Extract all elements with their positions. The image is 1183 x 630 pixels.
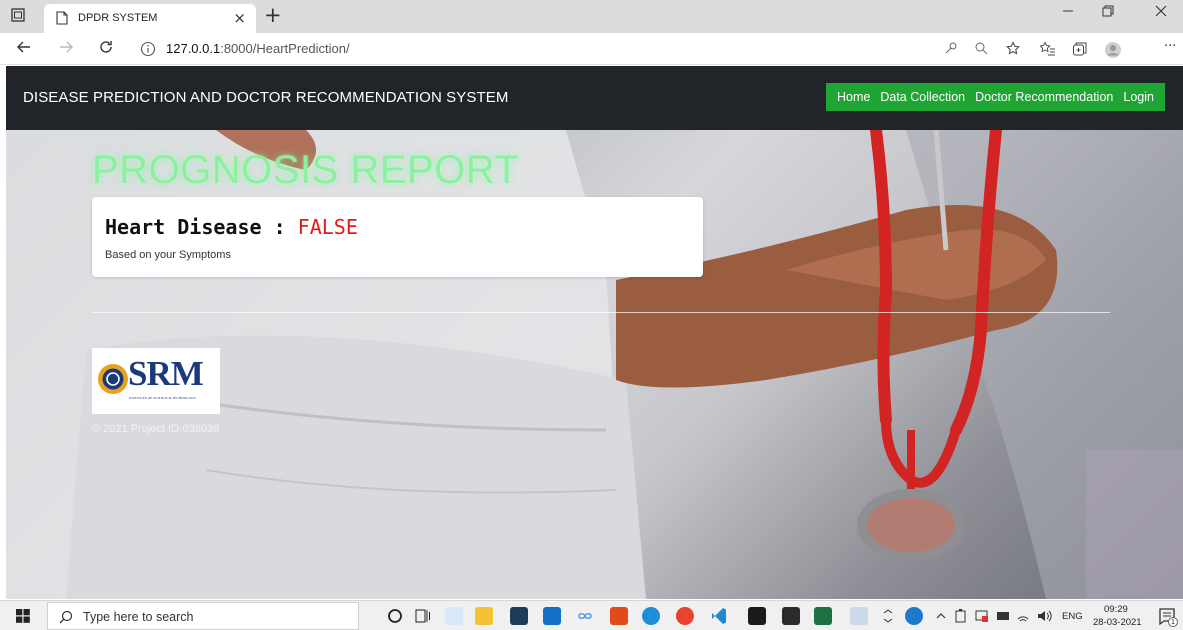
site-brand[interactable]: DISEASE PREDICTION AND DOCTOR RECOMMENDA…: [23, 89, 508, 106]
new-tab-button[interactable]: +: [264, 3, 282, 27]
nav-home-link[interactable]: Home: [837, 90, 870, 104]
logo-tagline: INSTITUTE OF SCIENCE & TECHNOLOGY: [129, 396, 197, 400]
infinity-app-icon[interactable]: [576, 607, 594, 625]
back-icon[interactable]: [16, 39, 32, 59]
url-host: 127.0.0.1: [166, 41, 221, 56]
nav-menu: Home Data Collection Doctor Recommendati…: [826, 83, 1165, 111]
prognosis-report-title: PROGNOSIS REPORT: [92, 148, 520, 192]
password-key-icon[interactable]: [944, 41, 960, 57]
browser-tab-strip: DPDR SYSTEM × +: [0, 0, 1183, 33]
store-icon[interactable]: [510, 607, 528, 625]
cortana-icon[interactable]: [386, 607, 404, 625]
collections-icon[interactable]: [1072, 41, 1088, 57]
result-subtitle: Based on your Symptoms: [105, 249, 231, 261]
prediction-result-card: Heart Disease : FALSE Based on your Symp…: [92, 197, 703, 277]
file-explorer-icon[interactable]: [475, 607, 493, 625]
mail-icon[interactable]: [543, 607, 561, 625]
site-info-icon[interactable]: [140, 41, 156, 60]
forward-icon[interactable]: [58, 39, 74, 59]
minimize-icon[interactable]: [1062, 5, 1074, 21]
volume-icon[interactable]: [1036, 607, 1052, 625]
zoom-icon[interactable]: [974, 41, 990, 57]
refresh-icon[interactable]: [98, 39, 114, 59]
page-favicon-icon: [56, 11, 68, 28]
vscode-icon[interactable]: [710, 607, 728, 625]
nav-login-link[interactable]: Login: [1123, 90, 1154, 104]
settings-more-icon[interactable]: ···: [1164, 39, 1180, 55]
clock-date[interactable]: 28-03-2021: [1093, 617, 1142, 628]
show-hidden-icons-icon[interactable]: [882, 607, 894, 625]
nav-data-collection-link[interactable]: Data Collection: [880, 90, 965, 104]
battery-icon[interactable]: [954, 607, 968, 625]
srm-emblem-icon: [98, 364, 128, 394]
snip-tool-icon[interactable]: [850, 607, 868, 625]
clock-time[interactable]: 09:29: [1104, 604, 1128, 615]
page-viewport: DISEASE PREDICTION AND DOCTOR RECOMMENDA…: [0, 66, 1183, 599]
prediction-verdict: FALSE: [297, 215, 358, 239]
wifi-icon[interactable]: [1016, 607, 1030, 625]
office-icon[interactable]: [610, 607, 628, 625]
logo-text: SRM: [128, 354, 204, 393]
restore-icon[interactable]: [1102, 5, 1114, 21]
nav-doctor-recommendation-link[interactable]: Doctor Recommendation: [975, 90, 1113, 104]
notification-center-icon[interactable]: 1: [1158, 607, 1178, 627]
section-divider: [92, 312, 1110, 313]
prediction-line: Heart Disease : FALSE: [105, 215, 358, 239]
result-separator: :: [261, 215, 298, 239]
copyright-text: © 2021 Project ID-036038: [92, 423, 220, 435]
taskbar-search-input[interactable]: Type here to search: [47, 602, 359, 630]
edge-icon[interactable]: [642, 607, 660, 625]
tray-chevron-up-icon[interactable]: [935, 607, 947, 625]
tab-title: DPDR SYSTEM: [78, 12, 158, 24]
disease-name: Heart Disease: [105, 215, 262, 239]
close-window-icon[interactable]: [1155, 5, 1167, 21]
windows-taskbar: Type here to search ENG 09:29 28-03-2021…: [0, 600, 1183, 630]
hero-section: PROGNOSIS REPORT Heart Disease : FALSE B…: [6, 130, 1183, 599]
chrome-icon[interactable]: [676, 607, 694, 625]
browser-tab[interactable]: DPDR SYSTEM ×: [44, 4, 256, 33]
search-icon: [58, 609, 74, 628]
url-field[interactable]: 127.0.0.1:8000/HeartPrediction/: [132, 37, 922, 61]
help-icon[interactable]: [905, 607, 923, 625]
taskbar-app-icon[interactable]: [445, 607, 463, 625]
notification-count-badge: 1: [1168, 617, 1178, 627]
task-view-icon[interactable]: [414, 607, 432, 625]
display-icon[interactable]: [996, 607, 1010, 625]
add-favorite-icon[interactable]: [1006, 41, 1022, 57]
tab-actions-icon[interactable]: [10, 7, 30, 27]
windows-start-icon[interactable]: [16, 609, 30, 626]
address-bar: 127.0.0.1:8000/HeartPrediction/ ···: [0, 33, 1183, 65]
search-placeholder: Type here to search: [83, 610, 194, 624]
language-indicator[interactable]: ENG: [1062, 611, 1083, 622]
url-text: 127.0.0.1:8000/HeartPrediction/: [166, 41, 350, 56]
network-alert-icon[interactable]: [975, 607, 989, 625]
tab-close-icon[interactable]: ×: [233, 9, 246, 27]
url-path: :8000/HeartPrediction/: [220, 41, 350, 56]
excel-icon[interactable]: [814, 607, 832, 625]
profile-avatar-icon[interactable]: [1104, 41, 1121, 58]
terminal-icon[interactable]: [748, 607, 766, 625]
favorites-icon[interactable]: [1039, 41, 1056, 57]
console-icon[interactable]: [782, 607, 800, 625]
site-navbar: DISEASE PREDICTION AND DOCTOR RECOMMENDA…: [6, 66, 1183, 130]
srm-logo: SRM INSTITUTE OF SCIENCE & TECHNOLOGY: [92, 348, 220, 414]
